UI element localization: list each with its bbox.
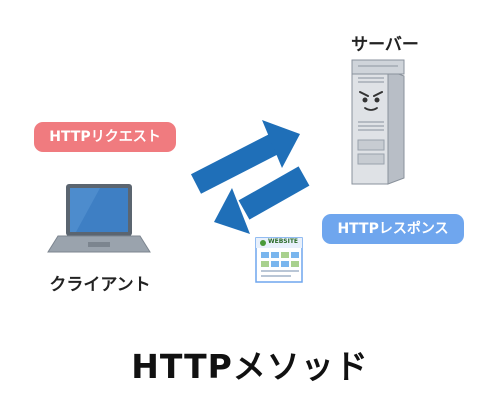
response-pill: HTTPレスポンス <box>322 214 464 244</box>
laptop-icon <box>47 184 151 253</box>
client-label: クライアント <box>49 275 151 295</box>
server-icon <box>351 59 405 185</box>
website-text: WEBSITE <box>268 238 299 245</box>
arrow-right-up-icon <box>190 120 300 194</box>
diagram-title: HTTPメソッド <box>131 347 369 386</box>
arrow-left-down-icon <box>214 166 310 234</box>
diagram-canvas: WEBSITE サーバー クライアント HTTPリクエスト HTTPレスポンス … <box>0 0 500 400</box>
request-pill: HTTPリクエスト <box>34 122 176 152</box>
server-label: サーバー <box>351 35 419 55</box>
